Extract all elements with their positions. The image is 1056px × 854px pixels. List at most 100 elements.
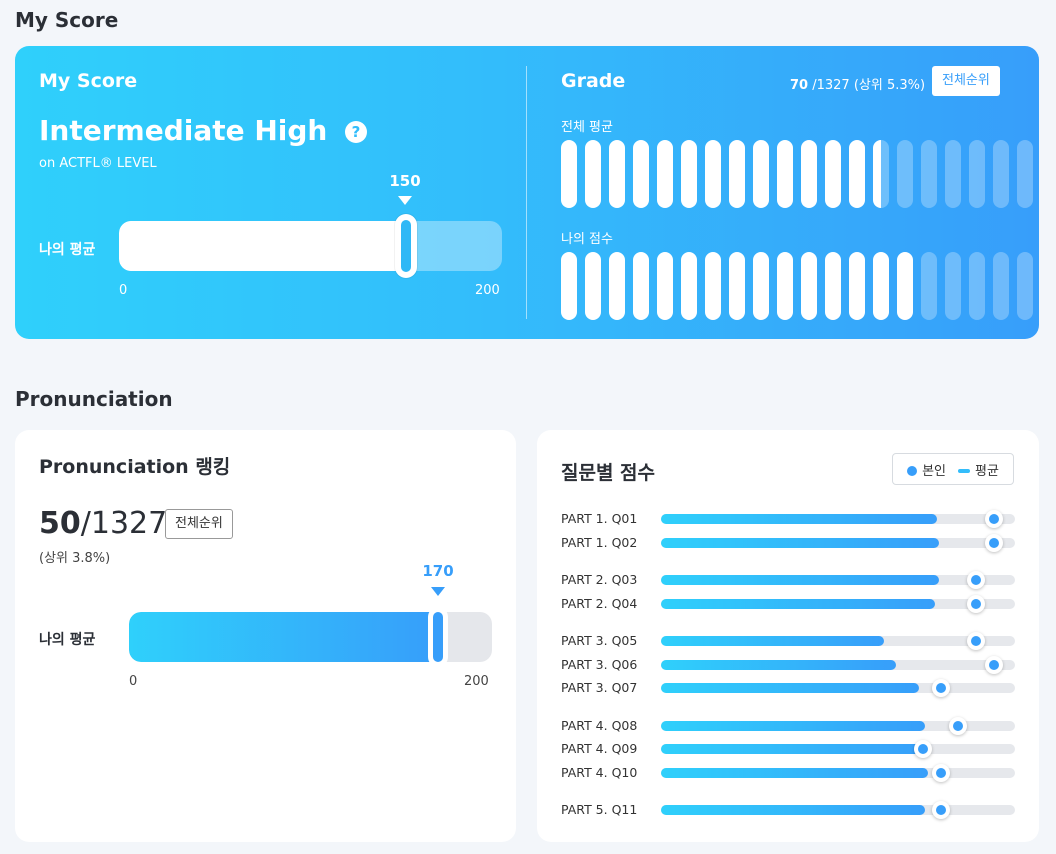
question-score-track: [661, 534, 1015, 552]
pronunciation-bar-handle: [427, 607, 448, 667]
legend-average: 평균: [958, 460, 999, 479]
question-average-bar: [661, 538, 939, 548]
score-card-label: My Score: [39, 70, 138, 92]
question-label: PART 5. Q11: [561, 802, 638, 817]
score-bar-track: [119, 221, 502, 271]
pronunciation-marker-arrow-icon: [431, 587, 445, 596]
level-subtitle: on ACTFL® LEVEL: [39, 156, 157, 171]
score-marker-arrow-icon: [398, 196, 412, 205]
score-card: My Score Intermediate High ? on ACTFL® L…: [15, 46, 1039, 339]
question-row: PART 4. Q08: [561, 716, 1015, 736]
overall-average-bar-3: [609, 140, 625, 208]
question-self-marker: [949, 717, 968, 735]
score-marker-value: 150: [389, 172, 421, 190]
question-self-marker: [913, 740, 932, 758]
question-label: PART 4. Q10: [561, 765, 638, 780]
my-score-bar-19: [993, 252, 1009, 320]
question-score-track: [661, 656, 1015, 674]
score-min: 0: [119, 283, 128, 298]
score-bar-fill: [119, 221, 407, 271]
question-self-marker: [984, 534, 1003, 552]
question-scores-card: 질문별 점수 본인 평균 PART 1. Q01 PART 1. Q02 PART …: [537, 430, 1039, 842]
pronunciation-bar-fill: [129, 612, 438, 662]
question-self-marker: [984, 510, 1003, 528]
score-max: 200: [475, 283, 500, 298]
question-row: PART 1. Q01: [561, 509, 1015, 529]
pronunciation-ranking-card: Pronunciation 랭킹 50/1327 전체순위 (상위 3.8%) …: [15, 430, 516, 842]
question-score-track: [661, 571, 1015, 589]
grade-rank-total: /1327 (상위 5.3%): [808, 78, 926, 93]
pronunciation-marker-value: 170: [422, 562, 454, 580]
my-score-bar-3: [609, 252, 625, 320]
grade-label: Grade: [561, 70, 626, 92]
question-average-bar: [661, 805, 925, 815]
pronunciation-min: 0: [129, 674, 138, 689]
grade-rank: 70 /1327 (상위 5.3%): [790, 74, 925, 93]
question-self-marker: [967, 571, 986, 589]
pronunciation-rank: 50/1327: [39, 506, 167, 541]
grade-rank-button[interactable]: 전체순위: [932, 66, 1000, 96]
help-icon[interactable]: ?: [345, 121, 367, 143]
overall-average-bar-16: [921, 140, 937, 208]
overall-average-bar-17: [945, 140, 961, 208]
pronunciation-rank-button[interactable]: 전체순위: [165, 509, 233, 539]
question-self-marker: [967, 595, 986, 613]
my-score-bar-12: [825, 252, 841, 320]
overall-average-bar-1: [561, 140, 577, 208]
overall-average-bar-2: [585, 140, 601, 208]
grade-rank-number: 70: [790, 78, 809, 93]
overall-average-bar-13: [849, 140, 865, 208]
my-score-bar-2: [585, 252, 601, 320]
my-score-bar-18: [969, 252, 985, 320]
overall-average-bar-6: [681, 140, 697, 208]
question-average-bar: [661, 721, 925, 731]
my-score-bar-17: [945, 252, 961, 320]
card-divider: [526, 66, 527, 319]
overall-average-bar-10: [777, 140, 793, 208]
question-row: PART 5. Q11: [561, 800, 1015, 820]
pronunciation-bar-label: 나의 평균: [39, 632, 96, 648]
question-row: PART 3. Q07: [561, 678, 1015, 698]
my-score-label: 나의 점수: [561, 232, 613, 247]
question-row: PART 3. Q06: [561, 655, 1015, 675]
question-row: PART 2. Q03: [561, 570, 1015, 590]
overall-average-bar-14: [873, 140, 889, 208]
pronunciation-card-title: Pronunciation 랭킹: [39, 456, 231, 478]
my-score-bar-4: [633, 252, 649, 320]
question-label: PART 3. Q06: [561, 657, 638, 672]
question-score-track: [661, 632, 1015, 650]
question-score-track: [661, 595, 1015, 613]
my-score-bar-14: [873, 252, 889, 320]
overall-average-label: 전체 평균: [561, 120, 613, 135]
overall-average-bar-11: [801, 140, 817, 208]
question-label: PART 3. Q05: [561, 633, 638, 648]
my-score-section-title: My Score: [15, 8, 119, 32]
overall-average-bar-19: [993, 140, 1009, 208]
question-row: PART 2. Q04: [561, 594, 1015, 614]
overall-average-bar-5: [657, 140, 673, 208]
question-average-bar: [661, 683, 920, 693]
question-label: PART 1. Q01: [561, 511, 638, 526]
question-label: PART 2. Q03: [561, 572, 638, 587]
my-score-bar-9: [753, 252, 769, 320]
overall-average-bar-4: [633, 140, 649, 208]
my-score-bar-16: [921, 252, 937, 320]
my-score-bar-1: [561, 252, 577, 320]
my-score-bar-7: [705, 252, 721, 320]
question-label: PART 2. Q04: [561, 596, 638, 611]
my-score-bars: [561, 252, 1033, 320]
question-average-bar: [661, 575, 939, 585]
question-score-track: [661, 510, 1015, 528]
my-score-bar-11: [801, 252, 817, 320]
my-score-bar-13: [849, 252, 865, 320]
pronunciation-section-title: Pronunciation: [15, 387, 173, 411]
question-label: PART 1. Q02: [561, 535, 638, 550]
question-average-bar: [661, 744, 929, 754]
question-row: PART 1. Q02: [561, 533, 1015, 553]
question-self-marker: [931, 801, 950, 819]
question-score-track: [661, 717, 1015, 735]
overall-average-bar-8: [729, 140, 745, 208]
question-row: PART 4. Q10: [561, 763, 1015, 783]
question-row: PART 3. Q05: [561, 631, 1015, 651]
overall-average-bar-7: [705, 140, 721, 208]
